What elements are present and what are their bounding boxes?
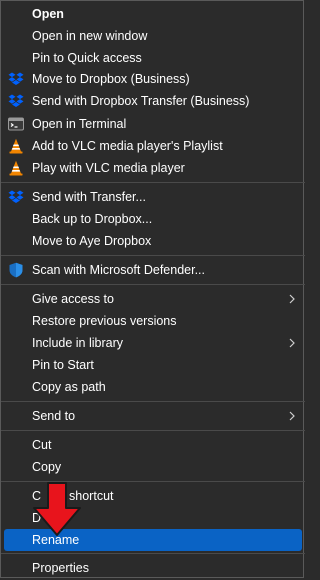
chevron-right-icon xyxy=(289,411,295,421)
menu-item-pin-to-start[interactable]: Pin to Start xyxy=(4,354,302,376)
menu-item-cut[interactable]: Cut xyxy=(4,434,302,456)
chevron-right-icon xyxy=(289,294,295,304)
menu-item-play-vlc[interactable]: Play with VLC media player xyxy=(4,157,302,179)
menu-item-open[interactable]: Open xyxy=(4,3,302,25)
menu-item-label: Include in library xyxy=(32,336,124,350)
dropbox-icon xyxy=(8,93,24,109)
menu-separator xyxy=(1,401,305,402)
menu-item-label: Open in Terminal xyxy=(32,117,127,131)
chevron-right-icon xyxy=(289,338,295,348)
menu-item-back-up-dropbox[interactable]: Back up to Dropbox... xyxy=(4,208,302,230)
menu-item-label: Move to Dropbox (Business) xyxy=(32,72,190,86)
menu-item-label: Copy as path xyxy=(32,380,106,394)
menu-item-move-to-dropbox-business[interactable]: Move to Dropbox (Business) xyxy=(4,68,302,90)
menu-separator xyxy=(1,255,305,256)
menu-item-label: Give access to xyxy=(32,292,114,306)
menu-item-scan-defender[interactable]: Scan with Microsoft Defender... xyxy=(4,259,302,281)
dropbox-icon xyxy=(8,189,24,205)
terminal-icon xyxy=(8,116,24,132)
menu-item-label: Copy xyxy=(32,460,62,474)
menu-item-send-dropbox-transfer-business[interactable]: Send with Dropbox Transfer (Business) xyxy=(4,90,302,112)
menu-item-send-to[interactable]: Send to xyxy=(4,405,302,427)
menu-item-give-access[interactable]: Give access to xyxy=(4,288,302,310)
menu-item-include-in-library[interactable]: Include in library xyxy=(4,332,302,354)
menu-item-send-with-transfer[interactable]: Send with Transfer... xyxy=(4,186,302,208)
dropbox-icon xyxy=(8,71,24,87)
menu-separator xyxy=(1,553,305,554)
menu-item-label: Move to Aye Dropbox xyxy=(32,234,152,248)
menu-item-label: Send to xyxy=(32,409,76,423)
menu-separator xyxy=(1,284,305,285)
menu-item-label: Open xyxy=(32,7,64,21)
menu-item-open-new-window[interactable]: Open in new window xyxy=(4,25,302,47)
menu-item-add-vlc-playlist[interactable]: Add to VLC media player's Playlist xyxy=(4,135,302,157)
menu-item-label: Send with Transfer... xyxy=(32,190,146,204)
menu-item-label: Add to VLC media player's Playlist xyxy=(32,139,223,153)
menu-item-label: Back up to Dropbox... xyxy=(32,212,153,226)
vlc-icon xyxy=(8,138,24,154)
menu-item-label: Properties xyxy=(32,561,89,575)
menu-item-label: Restore previous versions xyxy=(32,314,177,328)
menu-item-label: Pin to Quick access xyxy=(32,51,142,65)
menu-item-restore-previous-versions[interactable]: Restore previous versions xyxy=(4,310,302,332)
menu-item-pin-quick-access[interactable]: Pin to Quick access xyxy=(4,47,302,69)
menu-item-label: Send with Dropbox Transfer (Business) xyxy=(32,94,250,108)
menu-item-copy[interactable]: Copy xyxy=(4,456,302,478)
menu-item-label: Play with VLC media player xyxy=(32,161,185,175)
vlc-icon xyxy=(8,160,24,176)
menu-item-label: Open in new window xyxy=(32,29,148,43)
defender-shield-icon xyxy=(8,262,24,278)
menu-item-move-aye-dropbox[interactable]: Move to Aye Dropbox xyxy=(4,230,302,252)
menu-item-copy-as-path[interactable]: Copy as path xyxy=(4,376,302,398)
red-arrow-annotation-icon xyxy=(33,482,81,536)
menu-separator xyxy=(1,182,305,183)
menu-separator xyxy=(1,430,305,431)
menu-item-open-terminal[interactable]: Open in Terminal xyxy=(4,113,302,135)
menu-item-label: Scan with Microsoft Defender... xyxy=(32,263,205,277)
menu-item-label: Pin to Start xyxy=(32,358,94,372)
menu-item-label: Cut xyxy=(32,438,52,452)
menu-item-properties[interactable]: Properties xyxy=(4,557,302,579)
